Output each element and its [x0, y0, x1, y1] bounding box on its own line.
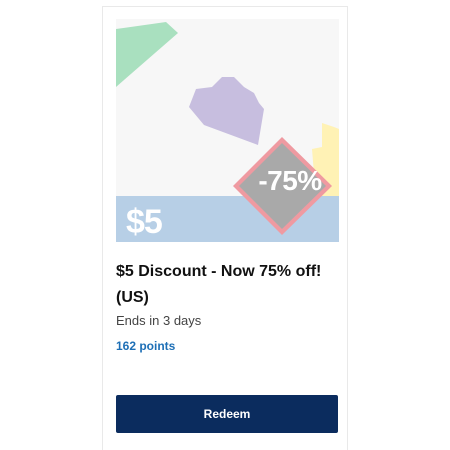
expiry-text: Ends in 3 days — [116, 313, 202, 328]
reward-title: $5 Discount - Now 75% off! (US) — [116, 263, 322, 306]
discount-badge-text: -75% — [258, 165, 322, 196]
points-cost: 162 points — [116, 339, 176, 353]
reward-card[interactable]: $5 -75% $5 Discount - Now 75% off! (US) … — [102, 6, 348, 450]
reward-image: $5 -75% — [116, 19, 339, 242]
redeem-button[interactable]: Redeem — [116, 395, 338, 433]
price-label: $5 — [126, 203, 163, 241]
